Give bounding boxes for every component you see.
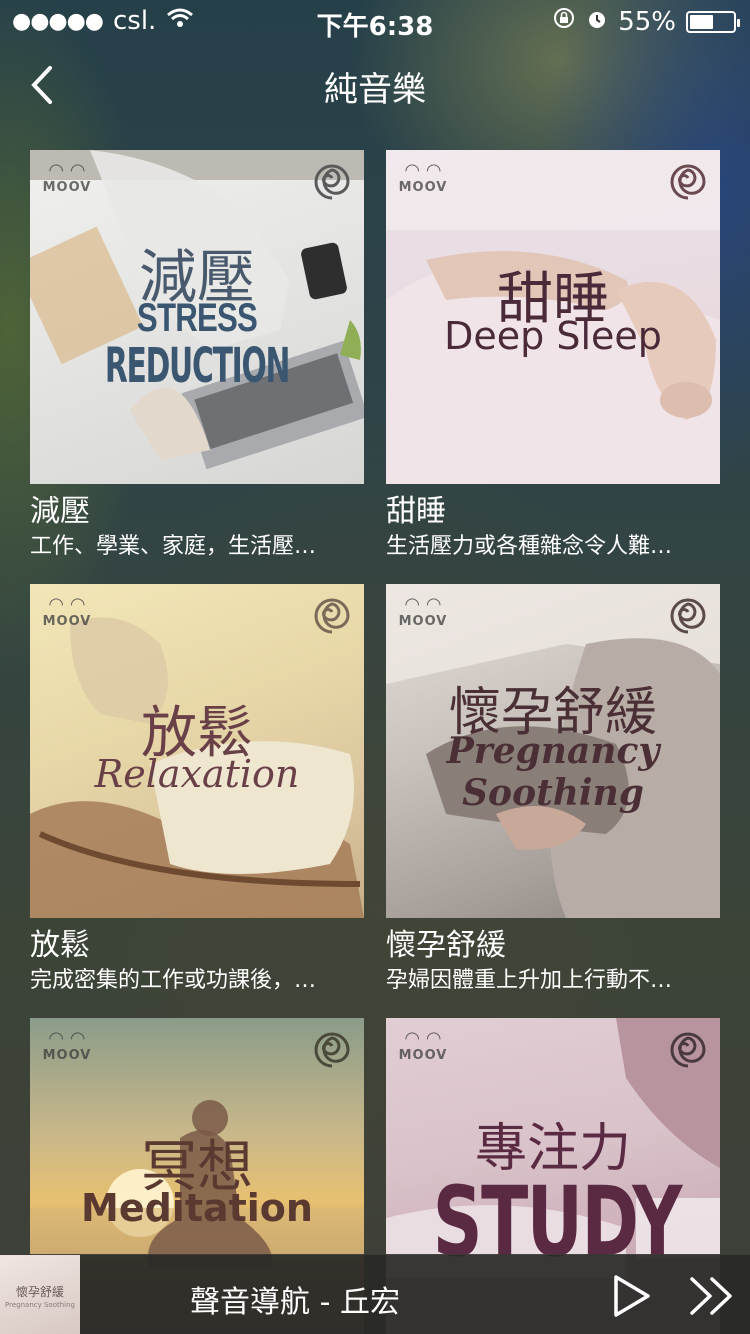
rotation-lock-icon bbox=[552, 6, 576, 37]
status-bar: ●●●●● csl. 下午6:38 55% bbox=[0, 0, 750, 42]
moov-logo: ◠ ◠ MOOV bbox=[42, 160, 92, 196]
battery-icon bbox=[686, 10, 740, 33]
playlist-title: 減壓 bbox=[30, 494, 90, 529]
playlist-title: 甜睡 bbox=[386, 494, 446, 529]
playlist-cover: ◠ ◠ MOOV 減壓 STRESS REDUCTION bbox=[30, 150, 364, 484]
now-playing-title: 聲音導航 - 丘宏 bbox=[190, 1285, 400, 1320]
playlist-card-stress-reduction[interactable]: ◠ ◠ MOOV 減壓 STRESS REDUCTION 減壓 工作、學業、家庭，… bbox=[30, 150, 364, 562]
mini-player[interactable]: 懷孕舒緩 Pregnancy Soothing 聲音導航 - 丘宏 bbox=[0, 1254, 750, 1334]
cover-title-en: STRESS bbox=[136, 296, 258, 340]
moov-logo: ◠ ◠ MOOV bbox=[398, 160, 448, 196]
cover-title-en-line2: REDUCTION bbox=[104, 338, 291, 394]
cover-title-en-line2: Soothing bbox=[462, 772, 644, 814]
cover-title-en: Pregnancy bbox=[446, 730, 660, 772]
moov-logo: ◠ ◠ MOOV bbox=[398, 594, 448, 630]
play-icon bbox=[614, 1275, 650, 1317]
page-title: 純音樂 bbox=[324, 70, 426, 110]
next-button[interactable] bbox=[688, 1273, 738, 1319]
playlist-title: 放鬆 bbox=[30, 928, 90, 963]
playlist-description: 孕婦因體重上升加上行動不… bbox=[386, 968, 673, 993]
swirl-logo-icon bbox=[314, 164, 350, 200]
play-button[interactable] bbox=[608, 1273, 654, 1319]
swirl-logo-icon bbox=[670, 164, 706, 200]
swirl-logo-icon bbox=[670, 1032, 706, 1068]
moov-logo: ◠ ◠ MOOV bbox=[42, 1028, 92, 1064]
cover-title-en: Relaxation bbox=[94, 752, 300, 796]
playlist-card-relaxation[interactable]: ◠ ◠ MOOV 放鬆 Relaxation 放鬆 完成密集的工作或功課後，… bbox=[30, 584, 364, 996]
swirl-logo-icon bbox=[670, 598, 706, 634]
battery-percent: 55% bbox=[618, 6, 676, 37]
swirl-logo-icon bbox=[314, 598, 350, 634]
cover-title-en: Meditation bbox=[81, 1186, 313, 1230]
cover-title-en: Deep Sleep bbox=[444, 314, 662, 358]
playlist-title: 懷孕舒緩 bbox=[386, 928, 506, 963]
nav-bar: 純音樂 bbox=[0, 50, 750, 120]
playlist-card-deep-sleep[interactable]: ◠ ◠ MOOV 甜睡 Deep Sleep 甜睡 生活壓力或各種雜念令人難… bbox=[386, 150, 720, 562]
playlist-description: 完成密集的工作或功課後，… bbox=[30, 968, 317, 993]
playlist-cover: ◠ ◠ MOOV 放鬆 Relaxation bbox=[30, 584, 364, 918]
playlist-description: 生活壓力或各種雜念令人難… bbox=[386, 534, 673, 559]
battery-level bbox=[690, 14, 714, 29]
moov-logo: ◠ ◠ MOOV bbox=[398, 1028, 448, 1064]
playlist-card-pregnancy-soothing[interactable]: ◠ ◠ MOOV 懷孕舒緩 Pregnancy Soothing 懷孕舒緩 孕婦因… bbox=[386, 584, 720, 996]
playlist-cover: ◠ ◠ MOOV 甜睡 Deep Sleep bbox=[386, 150, 720, 484]
playlist-description: 工作、學業、家庭，生活壓… bbox=[30, 534, 317, 559]
playlist-cover: ◠ ◠ MOOV 懷孕舒緩 Pregnancy Soothing bbox=[386, 584, 720, 918]
swirl-logo-icon bbox=[314, 1032, 350, 1068]
moov-logo: ◠ ◠ MOOV bbox=[42, 594, 92, 630]
fast-forward-icon bbox=[690, 1277, 732, 1315]
alarm-icon bbox=[586, 7, 608, 37]
